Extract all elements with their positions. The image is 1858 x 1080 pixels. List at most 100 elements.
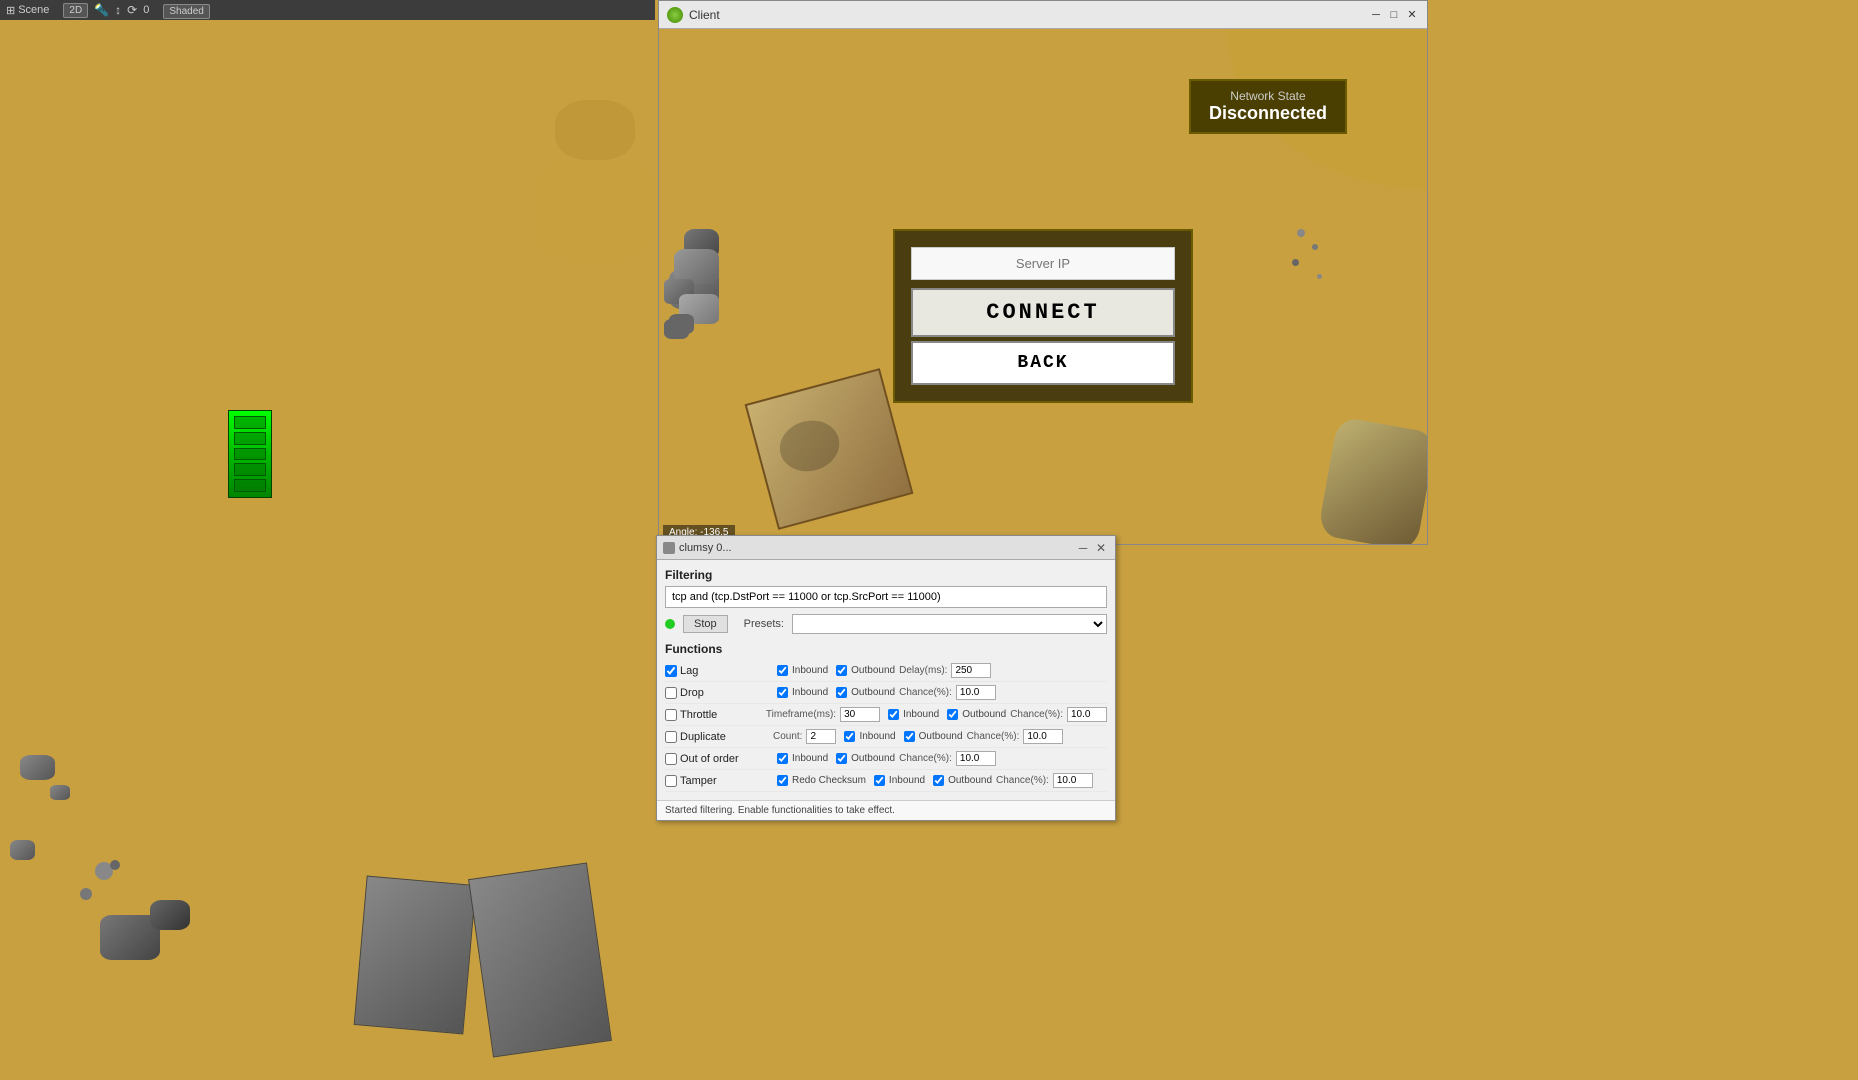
scene-toolbar-controls: 2D 🔦 ↕ ⟳ 0 [63, 3, 149, 18]
duplicate-outbound-text: Outbound [919, 731, 963, 742]
functions-section: Functions Lag Inbound Outbound De [665, 642, 1107, 792]
tamper-outbound-checkbox[interactable] [933, 775, 944, 786]
lag-inbound-checkbox[interactable] [777, 665, 788, 676]
tamper-inbound-label[interactable]: Inbound [874, 775, 925, 786]
throttle-timeframe-input[interactable] [840, 707, 880, 722]
throttle-inbound-checkbox[interactable] [888, 709, 899, 720]
drop-inbound-checkbox[interactable] [777, 687, 788, 698]
duplicate-checkbox[interactable] [665, 731, 677, 743]
out-of-order-inbound-label[interactable]: Inbound [777, 753, 828, 764]
drop-outbound-checkbox[interactable] [836, 687, 847, 698]
toolbar-number: 0 [143, 4, 149, 16]
2d-toggle[interactable]: 2D [63, 3, 88, 18]
throttle-chance-input[interactable] [1067, 707, 1107, 722]
connect-dialog: CONNECT BACK [893, 229, 1193, 403]
throttle-inbound-label[interactable]: Inbound [888, 709, 939, 720]
tamper-checkbox-label[interactable]: Tamper [665, 775, 765, 787]
filtering-section: Filtering Stop Presets: [665, 568, 1107, 634]
terrain-detail-2 [535, 160, 655, 260]
tank-sprite [228, 410, 272, 498]
drop-checkbox-label[interactable]: Drop [665, 687, 765, 699]
throttle-outbound-label[interactable]: Outbound [947, 709, 1006, 720]
tamper-inbound-text: Inbound [889, 775, 925, 786]
drop-checkbox[interactable] [665, 687, 677, 699]
function-row-duplicate: Duplicate Count: Inbound Outbound Chance… [665, 726, 1107, 748]
status-text: Started filtering. Enable functionalitie… [665, 805, 895, 816]
grid-icon: ⊞ [6, 4, 15, 17]
out-of-order-chance-label: Chance(%): [899, 753, 952, 764]
out-of-order-outbound-label[interactable]: Outbound [836, 753, 895, 764]
tamper-redo-checksum-checkbox[interactable] [777, 775, 788, 786]
debris-particles [1287, 229, 1347, 309]
game-content: Network State Disconnected CONNECT BACK … [659, 29, 1427, 544]
debris-2 [80, 888, 92, 900]
lag-outbound-label[interactable]: Outbound [836, 665, 895, 676]
duplicate-count-input[interactable] [806, 729, 836, 744]
window-controls: ─ □ ✕ [1369, 8, 1419, 22]
throttle-outbound-checkbox[interactable] [947, 709, 958, 720]
duplicate-outbound-checkbox[interactable] [904, 731, 915, 742]
rock-1 [20, 755, 55, 780]
lag-checkbox[interactable] [665, 665, 677, 677]
toolbar-icon-2: ↕ [115, 3, 121, 17]
tamper-redo-checksum-label[interactable]: Redo Checksum [777, 775, 866, 786]
tamper-chance-input[interactable] [1053, 773, 1093, 788]
filter-input[interactable] [665, 586, 1107, 608]
throttle-params: Timeframe(ms): Inbound Outbound Chance(%… [766, 707, 1107, 722]
drop-outbound-label[interactable]: Outbound [836, 687, 895, 698]
scene-terrain [0, 20, 655, 1080]
out-of-order-checkbox[interactable] [665, 753, 677, 765]
status-bar: Started filtering. Enable functionalitie… [657, 800, 1115, 820]
game-title-icon [667, 7, 683, 23]
filter-controls: Stop Presets: [665, 614, 1107, 634]
tamper-checkbox[interactable] [665, 775, 677, 787]
duplicate-inbound-checkbox[interactable] [844, 731, 855, 742]
out-of-order-outbound-checkbox[interactable] [836, 753, 847, 764]
clumsy-close-button[interactable]: ✕ [1093, 541, 1109, 555]
scene-tab[interactable]: ⊞ Scene [6, 4, 49, 17]
tamper-outbound-label[interactable]: Outbound [933, 775, 992, 786]
duplicate-checkbox-label[interactable]: Duplicate [665, 731, 765, 743]
lag-inbound-label[interactable]: Inbound [777, 665, 828, 676]
throttle-timeframe-label: Timeframe(ms): [766, 709, 836, 720]
clumsy-minimize-button[interactable]: ─ [1075, 541, 1091, 555]
back-button[interactable]: BACK [911, 341, 1175, 385]
clumsy-title-text: clumsy 0... [679, 542, 1071, 554]
game-titlebar: Client ─ □ ✕ [659, 1, 1427, 29]
stop-button[interactable]: Stop [683, 615, 728, 633]
tamper-inbound-checkbox[interactable] [874, 775, 885, 786]
out-of-order-params: Inbound Outbound Chance(%): [773, 751, 1107, 766]
lag-delay-label: Delay(ms): [899, 665, 947, 676]
clumsy-title-icon [663, 542, 675, 554]
function-row-out-of-order: Out of order Inbound Outbound Chance(%): [665, 748, 1107, 770]
out-of-order-chance-input[interactable] [956, 751, 996, 766]
toolbar-icon-3: ⟳ [127, 3, 137, 17]
maximize-button[interactable]: □ [1387, 8, 1401, 22]
functions-title: Functions [665, 642, 1107, 656]
filtering-section-title: Filtering [665, 568, 1107, 582]
drop-outbound-text: Outbound [851, 687, 895, 698]
throttle-checkbox-label[interactable]: Throttle [665, 709, 758, 721]
connect-button[interactable]: CONNECT [911, 288, 1175, 337]
throttle-checkbox[interactable] [665, 709, 677, 721]
lag-outbound-checkbox[interactable] [836, 665, 847, 676]
out-of-order-checkbox-label[interactable]: Out of order [665, 753, 765, 765]
server-ip-input[interactable] [911, 247, 1175, 280]
game-client-window: Client ─ □ ✕ FPS: 57 / 17.5 ms RTT:---- [658, 0, 1428, 545]
presets-dropdown[interactable] [792, 614, 1107, 634]
drop-inbound-label[interactable]: Inbound [777, 687, 828, 698]
lag-checkbox-label[interactable]: Lag [665, 665, 765, 677]
minimize-button[interactable]: ─ [1369, 8, 1383, 22]
terrain-detail-1 [555, 100, 635, 160]
close-button[interactable]: ✕ [1405, 8, 1419, 22]
clumsy-window: clumsy 0... ─ ✕ Filtering Stop Presets: … [656, 535, 1116, 821]
shading-mode-btn[interactable]: Shaded [163, 4, 209, 19]
out-of-order-inbound-checkbox[interactable] [777, 753, 788, 764]
function-row-lag: Lag Inbound Outbound Delay(ms): [665, 660, 1107, 682]
duplicate-chance-input[interactable] [1023, 729, 1063, 744]
lag-delay-input[interactable] [951, 663, 991, 678]
game-crate [745, 368, 914, 530]
duplicate-outbound-label[interactable]: Outbound [904, 731, 963, 742]
drop-chance-input[interactable] [956, 685, 996, 700]
duplicate-inbound-label[interactable]: Inbound [844, 731, 895, 742]
